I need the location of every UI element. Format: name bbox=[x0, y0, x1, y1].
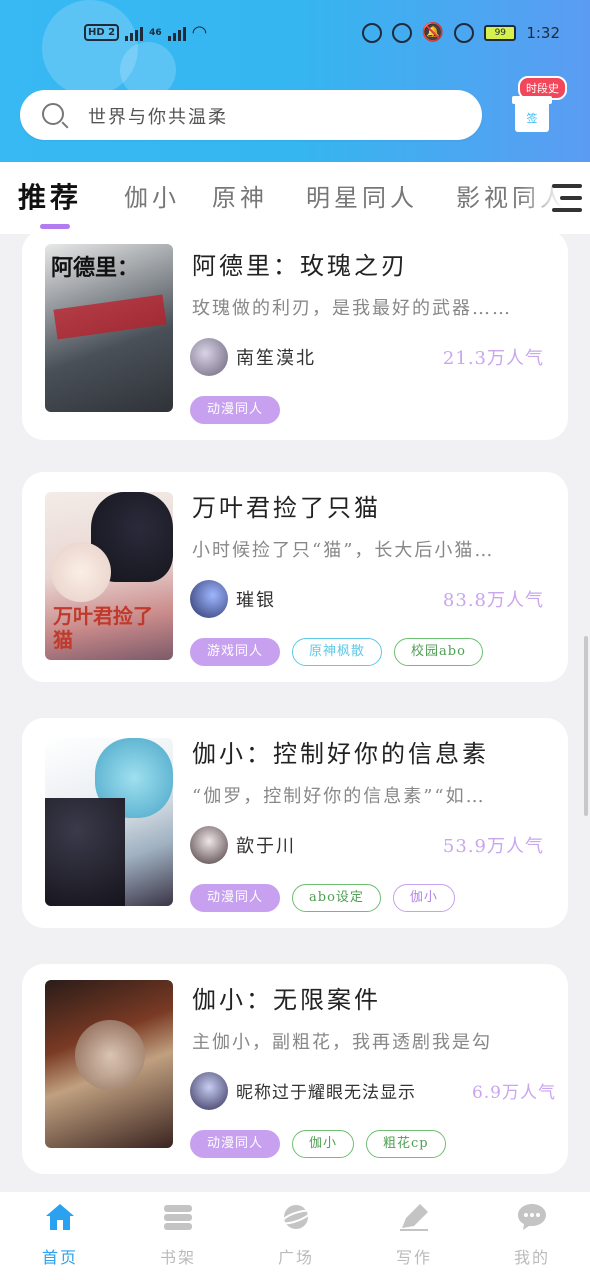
alarm-icon bbox=[391, 22, 412, 43]
cover-art bbox=[45, 798, 125, 906]
tab-genshin[interactable]: 原神 bbox=[212, 178, 268, 213]
home-icon bbox=[44, 1202, 76, 1232]
tag-list: 游戏同人 原神枫散 校园abo bbox=[190, 638, 483, 666]
search-bar[interactable]: 世界与你共温柔 bbox=[20, 90, 482, 140]
author-avatar bbox=[190, 338, 228, 376]
signal-icon bbox=[167, 25, 186, 41]
book-cover: 万叶君捡了猫 bbox=[45, 492, 173, 660]
book-description: 玫瑰做的利刃，是我最好的武器…… bbox=[192, 298, 512, 319]
book-card[interactable]: 阿德里： 阿德里：玫瑰之刃 玫瑰做的利刃，是我最好的武器…… 南笙漠北 21.3… bbox=[22, 234, 568, 440]
book-card[interactable]: 万叶君捡了猫 万叶君捡了只猫 小时候捡了只“猫”，长大后小猫… 璀银 83.8万… bbox=[22, 472, 568, 682]
tag[interactable]: 原神枫散 bbox=[292, 638, 383, 666]
cover-art bbox=[75, 1020, 145, 1090]
category-menu-icon[interactable] bbox=[552, 184, 582, 212]
clock: 1:32 bbox=[526, 23, 560, 42]
cover-title: 阿德里： bbox=[51, 255, 140, 281]
checkin-button[interactable]: 时段史 签 bbox=[512, 76, 578, 142]
book-title: 伽小：控制好你的信息素 bbox=[192, 740, 489, 768]
tag[interactable]: 校园abo bbox=[394, 638, 483, 666]
tag-list: 动漫同人 伽小 粗花cp bbox=[190, 1130, 446, 1158]
speed-icon bbox=[454, 22, 475, 43]
tag[interactable]: 动漫同人 bbox=[190, 884, 281, 912]
nav-square-label: 广场 bbox=[277, 1248, 314, 1267]
tab-recommend[interactable]: 推荐 bbox=[18, 176, 82, 216]
planet-icon bbox=[280, 1202, 312, 1232]
network-badge: HD 2 bbox=[84, 24, 120, 41]
author-name: 昵称过于耀眼无法显示 bbox=[236, 1083, 416, 1103]
tab-celebrity-fanfic[interactable]: 明星同人 bbox=[306, 178, 418, 213]
search-placeholder: 世界与你共温柔 bbox=[88, 107, 228, 128]
author-avatar bbox=[190, 580, 228, 618]
category-tabs: 推荐 伽小 原神 明星同人 影视同人 bbox=[0, 162, 590, 234]
tag-list: 动漫同人 bbox=[190, 396, 281, 424]
chat-icon bbox=[516, 1202, 548, 1232]
tag[interactable]: 动漫同人 bbox=[190, 396, 281, 424]
data-saver-icon bbox=[361, 22, 382, 43]
nav-write-label: 写作 bbox=[395, 1248, 432, 1267]
signal-icon bbox=[125, 25, 144, 41]
book-description: 主伽小，副粗花，我再透剧我是勾 bbox=[192, 1032, 492, 1053]
author-avatar bbox=[190, 1072, 228, 1110]
book-cover bbox=[45, 738, 173, 906]
signal-4g-label: 46 bbox=[149, 27, 162, 38]
book-card[interactable]: 伽小：控制好你的信息素 “伽罗，控制好你的信息素”“如… 歆于川 53.9万人气… bbox=[22, 718, 568, 928]
nav-me-label: 我的 bbox=[513, 1248, 550, 1267]
author-name: 南笙漠北 bbox=[236, 348, 316, 369]
app-header: HD 2 46 ◠ 🔕 99 1:32 世界与你共温柔 时段史 签 bbox=[0, 0, 590, 162]
popularity: 6.9万人气 bbox=[471, 1083, 556, 1103]
tag[interactable]: 伽小 bbox=[292, 1130, 355, 1158]
bookshelf-icon bbox=[162, 1202, 194, 1232]
battery-icon: 99 bbox=[484, 24, 517, 41]
search-icon bbox=[42, 103, 64, 125]
nav-home-label: 首页 bbox=[41, 1248, 78, 1267]
author-avatar bbox=[190, 826, 228, 864]
tag[interactable]: 伽小 bbox=[392, 884, 455, 912]
gift-icon: 签 bbox=[512, 96, 552, 132]
wifi-icon: ◠ bbox=[191, 22, 208, 43]
popularity: 83.8万人气 bbox=[442, 590, 544, 611]
popularity: 21.3万人气 bbox=[442, 348, 544, 369]
bottom-nav: 首页 书架 广场 写作 我的 bbox=[0, 1192, 590, 1280]
tag-list: 动漫同人 abo设定 伽小 bbox=[190, 884, 455, 912]
pen-icon bbox=[398, 1202, 430, 1232]
author-name: 璀银 bbox=[236, 590, 276, 611]
tag[interactable]: 游戏同人 bbox=[190, 638, 281, 666]
mute-icon: 🔕 bbox=[421, 22, 445, 43]
scrollbar[interactable] bbox=[584, 636, 588, 816]
nav-square[interactable]: 广场 bbox=[246, 1202, 346, 1268]
tab-jiaxiao[interactable]: 伽小 bbox=[124, 178, 180, 213]
status-bar: HD 2 46 ◠ 🔕 99 1:32 bbox=[0, 22, 590, 48]
book-title: 阿德里：玫瑰之刃 bbox=[192, 252, 408, 280]
book-cover: 阿德里： bbox=[45, 244, 173, 412]
tag[interactable]: 动漫同人 bbox=[190, 1130, 281, 1158]
cover-title: 万叶君捡了猫 bbox=[53, 604, 153, 652]
book-description: 小时候捡了只“猫”，长大后小猫… bbox=[192, 540, 495, 561]
book-title: 伽小：无限案件 bbox=[192, 986, 381, 1014]
book-card[interactable]: 伽小：无限案件 主伽小，副粗花，我再透剧我是勾 昵称过于耀眼无法显示 6.9万人… bbox=[22, 964, 568, 1174]
book-list: 阿德里： 阿德里：玫瑰之刃 玫瑰做的利刃，是我最好的武器…… 南笙漠北 21.3… bbox=[0, 234, 590, 1192]
popularity: 53.9万人气 bbox=[442, 836, 544, 857]
author-name: 歆于川 bbox=[236, 836, 296, 857]
active-tab-indicator bbox=[40, 224, 70, 229]
nav-home[interactable]: 首页 bbox=[10, 1202, 110, 1268]
nav-me[interactable]: 我的 bbox=[482, 1202, 582, 1268]
cover-art bbox=[51, 542, 111, 602]
cover-art bbox=[53, 294, 167, 340]
tag[interactable]: abo设定 bbox=[292, 884, 381, 912]
book-description: “伽罗，控制好你的信息素”“如… bbox=[192, 786, 486, 807]
book-cover bbox=[45, 980, 173, 1148]
book-title: 万叶君捡了只猫 bbox=[192, 494, 381, 522]
tag[interactable]: 粗花cp bbox=[366, 1130, 446, 1158]
nav-write[interactable]: 写作 bbox=[364, 1202, 464, 1268]
nav-bookshelf[interactable]: 书架 bbox=[128, 1202, 228, 1268]
checkin-label: 签 bbox=[526, 112, 538, 125]
nav-bookshelf-label: 书架 bbox=[159, 1248, 196, 1267]
